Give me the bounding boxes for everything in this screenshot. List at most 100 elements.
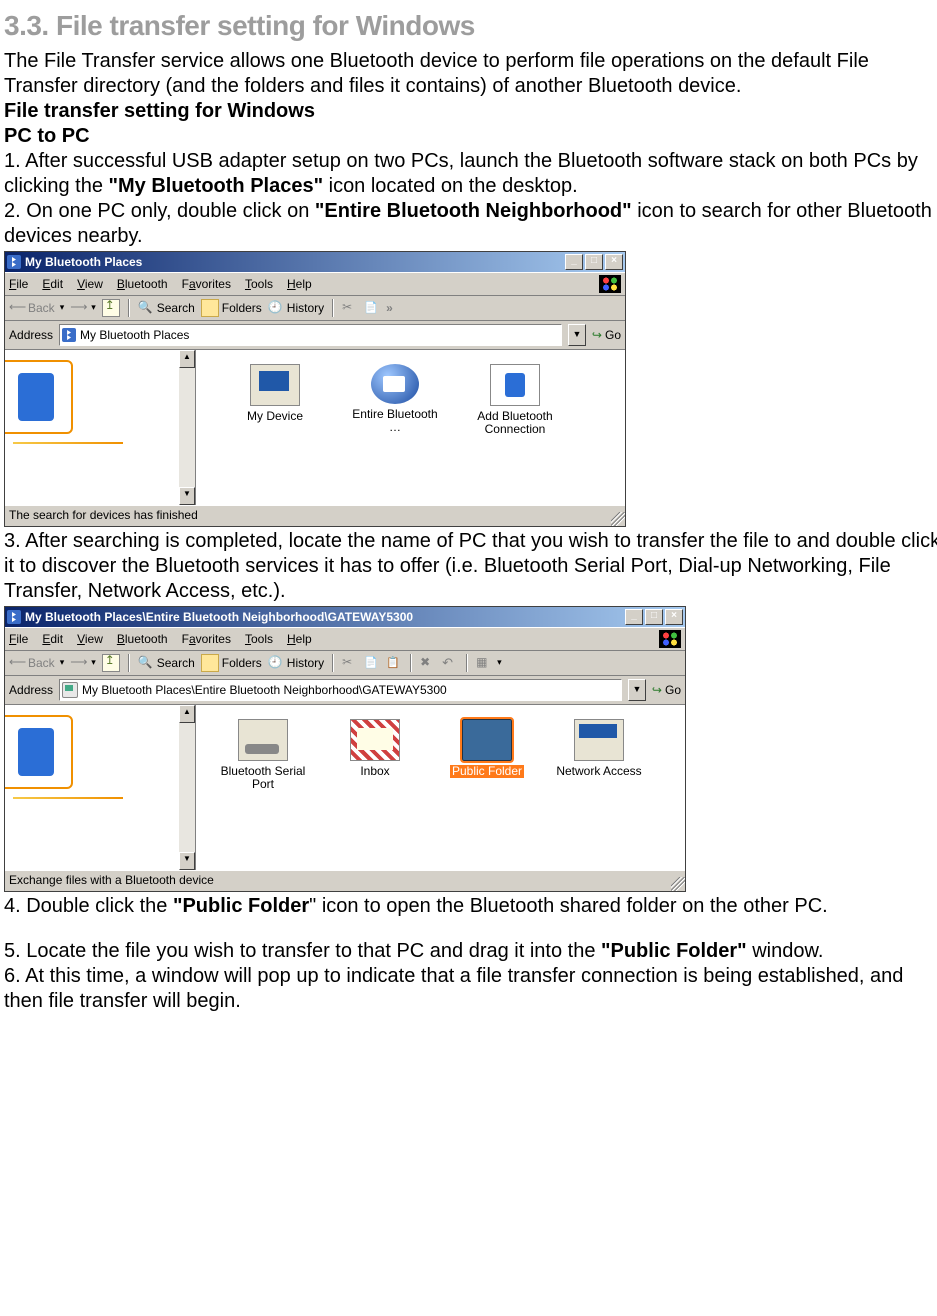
item-label: Network Access <box>554 765 644 778</box>
item-add-connection[interactable]: Add Bluetooth Connection <box>470 364 560 505</box>
item-network-access[interactable]: Network Access <box>554 719 644 870</box>
views-button[interactable] <box>476 655 502 671</box>
views-icon <box>476 655 492 671</box>
menu-bluetooth[interactable]: Bluetooth <box>117 277 168 292</box>
history-button[interactable]: History <box>268 300 324 316</box>
menu-file[interactable]: File <box>9 277 28 292</box>
item-serial-port[interactable]: Bluetooth Serial Port <box>218 719 308 870</box>
menu-edit[interactable]: Edit <box>42 632 63 647</box>
menu-tools[interactable]: Tools <box>245 632 273 647</box>
scroll-track[interactable] <box>179 368 195 487</box>
pane-divider <box>13 442 123 444</box>
menubar: File Edit View Bluetooth Favorites Tools… <box>5 627 685 651</box>
scroll-up[interactable]: ▲ <box>179 705 195 723</box>
status-text: Exchange files with a Bluetooth device <box>9 873 214 887</box>
menu-help[interactable]: Help <box>287 632 312 647</box>
menu-tools[interactable]: Tools <box>245 277 273 292</box>
item-entire-bluetooth[interactable]: Entire Bluetooth … <box>350 364 440 505</box>
folders-icon <box>201 654 219 672</box>
minimize-button[interactable]: _ <box>625 609 643 625</box>
back-button[interactable]: Back <box>9 655 64 671</box>
folders-button[interactable]: Folders <box>201 654 262 672</box>
undo-button[interactable] <box>442 655 458 671</box>
menu-view[interactable]: View <box>77 277 103 292</box>
minimize-button[interactable]: _ <box>565 254 583 270</box>
maximize-button[interactable]: □ <box>645 609 663 625</box>
step-3: 3. After searching is completed, locate … <box>4 529 937 604</box>
address-label: Address <box>9 328 53 343</box>
menu-edit[interactable]: Edit <box>42 277 63 292</box>
item-inbox[interactable]: Inbox <box>330 719 420 870</box>
delete-button[interactable] <box>420 655 436 671</box>
up-button[interactable] <box>102 299 120 317</box>
scroll-track[interactable] <box>179 723 195 852</box>
scroll-up[interactable]: ▲ <box>179 350 195 368</box>
menu-help[interactable]: Help <box>287 277 312 292</box>
titlebar[interactable]: My Bluetooth Places _ □ × <box>5 252 625 272</box>
close-button[interactable]: × <box>665 609 683 625</box>
item-public-folder[interactable]: Public Folder <box>442 719 532 870</box>
toolbar: Back Search Folders History <box>5 651 685 676</box>
address-dropdown[interactable]: ▼ <box>568 324 586 346</box>
menu-favorites[interactable]: Favorites <box>182 632 231 647</box>
step-5-quote: "Public Folder" <box>601 940 747 962</box>
go-button[interactable]: Go <box>652 683 681 698</box>
address-field[interactable]: My Bluetooth Places <box>59 324 562 346</box>
step-5-text-c: window. <box>747 940 824 962</box>
scrollbar[interactable]: ▲ ▼ <box>179 705 195 870</box>
subheading-2: PC to PC <box>4 124 937 149</box>
resize-grip[interactable] <box>611 512 625 526</box>
copy-button[interactable] <box>364 655 380 671</box>
forward-button[interactable] <box>70 300 96 316</box>
menu-view[interactable]: View <box>77 632 103 647</box>
item-label: Entire Bluetooth … <box>350 408 440 434</box>
close-button[interactable]: × <box>605 254 623 270</box>
step-1-text-c: icon located on the desktop. <box>323 175 578 197</box>
resize-grip[interactable] <box>671 877 685 891</box>
folders-button[interactable]: Folders <box>201 299 262 317</box>
menu-favorites[interactable]: Favorites <box>182 277 231 292</box>
address-dropdown[interactable]: ▼ <box>628 679 646 701</box>
go-button[interactable]: Go <box>592 328 621 343</box>
maximize-button[interactable]: □ <box>585 254 603 270</box>
search-button[interactable]: Search <box>138 300 195 316</box>
search-button[interactable]: Search <box>138 655 195 671</box>
status-text: The search for devices has finished <box>9 508 198 522</box>
computer-icon <box>62 682 78 698</box>
back-button[interactable]: Back <box>9 300 64 316</box>
delete-icon <box>420 655 436 671</box>
item-my-device[interactable]: My Device <box>230 364 320 505</box>
statusbar: The search for devices has finished <box>5 505 625 526</box>
menubar: File Edit View Bluetooth Favorites Tools… <box>5 272 625 296</box>
step-2-quote: "Entire Bluetooth Neighborhood" <box>315 200 632 222</box>
titlebar[interactable]: My Bluetooth Places\Entire Bluetooth Nei… <box>5 607 685 627</box>
step-4-quote: "Public Folder <box>173 895 309 917</box>
folder-icon <box>462 719 512 761</box>
forward-button[interactable] <box>70 655 96 671</box>
scrollbar[interactable]: ▲ ▼ <box>179 350 195 505</box>
paste-button[interactable] <box>386 655 402 671</box>
forward-icon <box>70 655 86 671</box>
scroll-down[interactable]: ▼ <box>179 852 195 870</box>
toolbar-overflow[interactable]: » <box>386 301 393 316</box>
copy-icon <box>364 300 380 316</box>
bluetooth-icon <box>7 610 21 624</box>
history-button[interactable]: History <box>268 655 324 671</box>
scroll-down[interactable]: ▼ <box>179 487 195 505</box>
address-field[interactable]: My Bluetooth Places\Entire Bluetooth Nei… <box>59 679 622 701</box>
addressbar: Address My Bluetooth Places\Entire Bluet… <box>5 676 685 705</box>
copy-button[interactable] <box>364 300 380 316</box>
cut-button[interactable] <box>342 300 358 316</box>
up-button[interactable] <box>102 654 120 672</box>
explorer-body: ▲ ▼ Bluetooth Serial Port Inbox Public F… <box>5 705 685 870</box>
history-icon <box>268 300 284 316</box>
toolbar-separator <box>410 654 412 672</box>
up-icon <box>102 654 120 672</box>
menu-file[interactable]: File <box>9 632 28 647</box>
file-list: Bluetooth Serial Port Inbox Public Folde… <box>196 705 685 870</box>
menu-bluetooth[interactable]: Bluetooth <box>117 632 168 647</box>
cut-button[interactable] <box>342 655 358 671</box>
paste-icon <box>386 655 402 671</box>
toolbar-separator <box>128 654 130 672</box>
step-2: 2. On one PC only, double click on "Enti… <box>4 199 937 249</box>
